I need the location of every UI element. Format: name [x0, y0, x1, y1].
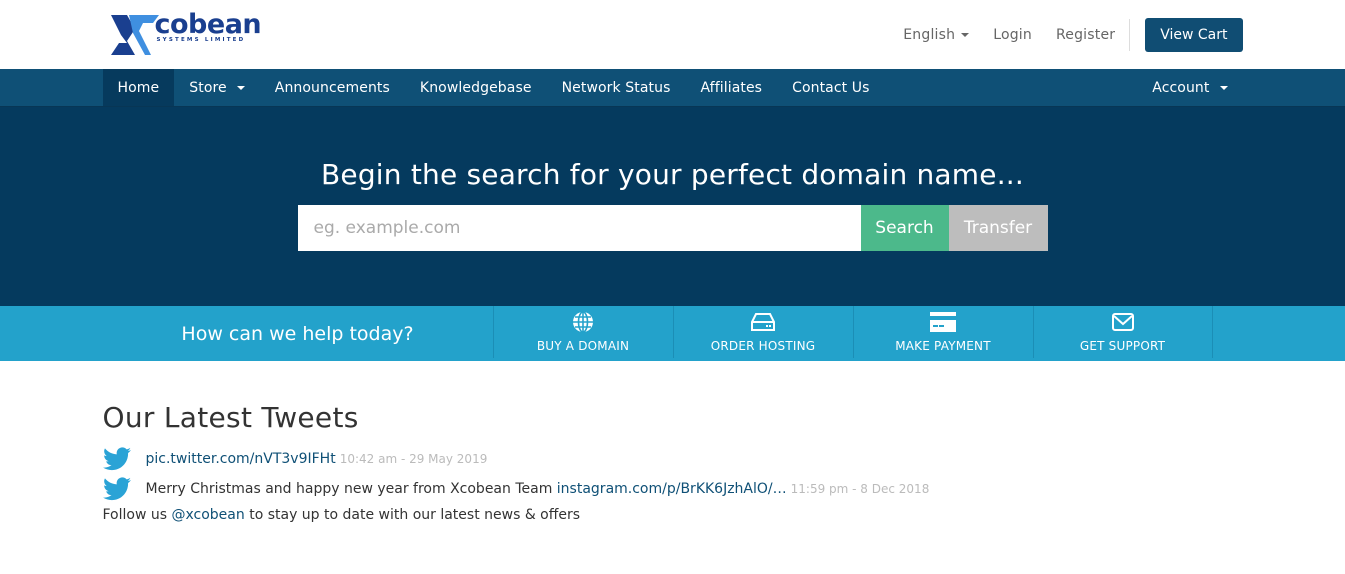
nav-label: Contact Us: [792, 79, 870, 96]
follow-us-text: Follow us @xcobean to stay up to date wi…: [103, 505, 1243, 525]
domain-search-input[interactable]: [297, 205, 861, 251]
help-bar: How can we help today? BUY A DOMAIN ORDE…: [0, 306, 1345, 361]
twitter-icon: [102, 447, 133, 471]
logo-subtitle: SYSTEMS LIMITED: [156, 37, 246, 43]
tweet-date: 10:42 am - 29 May 2019: [339, 452, 488, 466]
help-title: How can we help today?: [181, 322, 414, 345]
transfer-button[interactable]: Transfer: [948, 205, 1048, 251]
tweet-item: pic.twitter.com/nVT3v9IFHt 10:42 am - 29…: [102, 444, 1243, 474]
caret-down-icon: [236, 85, 245, 90]
top-nav: English Login Register View Cart: [903, 18, 1243, 52]
order-hosting-button[interactable]: ORDER HOSTING: [672, 306, 853, 358]
tweet-link[interactable]: instagram.com/p/BrKK6JzhAlO/…: [557, 481, 787, 497]
latest-tweets-section: Our Latest Tweets pic.twitter.com/nVT3v9…: [102, 361, 1243, 525]
hdd-icon: [750, 311, 776, 333]
nav-item-account[interactable]: Account: [1137, 69, 1242, 106]
envelope-icon: [1111, 311, 1134, 333]
nav-item-knowledgebase[interactable]: Knowledgebase: [405, 69, 547, 106]
login-link[interactable]: Login: [993, 27, 1032, 43]
help-item-label: ORDER HOSTING: [710, 339, 816, 353]
domain-search-hero: Begin the search for your perfect domain…: [0, 107, 1345, 306]
credit-card-icon: [930, 311, 956, 333]
view-cart-button[interactable]: View Cart: [1145, 18, 1243, 52]
caret-down-icon: [1219, 85, 1228, 90]
nav-label: Account: [1152, 79, 1210, 96]
tweet-date: 11:59 pm - 8 Dec 2018: [790, 482, 930, 496]
register-link[interactable]: Register: [1056, 27, 1115, 43]
nav-item-home[interactable]: Home: [102, 69, 175, 106]
top-header: cobean SYSTEMS LIMITED English Login Reg…: [0, 0, 1345, 69]
nav-label: Knowledgebase: [419, 79, 532, 96]
main-nav: Home Store Announcements Knowledgebase N…: [0, 69, 1345, 107]
nav-item-contact-us[interactable]: Contact Us: [777, 69, 884, 106]
domain-search-form: Search Transfer: [297, 205, 1048, 251]
globe-icon: [572, 311, 594, 333]
nav-item-affiliates[interactable]: Affiliates: [685, 69, 777, 106]
tweets-heading: Our Latest Tweets: [102, 401, 359, 434]
get-support-button[interactable]: GET SUPPORT: [1032, 306, 1213, 358]
nav-item-network-status[interactable]: Network Status: [547, 69, 686, 106]
buy-domain-button[interactable]: BUY A DOMAIN: [492, 306, 673, 358]
help-item-label: GET SUPPORT: [1079, 339, 1166, 353]
help-item-label: BUY A DOMAIN: [536, 339, 630, 353]
search-button[interactable]: Search: [860, 205, 949, 251]
tweet-link[interactable]: pic.twitter.com/nVT3v9IFHt: [146, 451, 336, 467]
nav-label: Network Status: [561, 79, 671, 96]
hero-title: Begin the search for your perfect domain…: [321, 158, 1024, 191]
language-label: English: [903, 27, 956, 43]
nav-label: Store: [189, 79, 227, 96]
follow-suffix: to stay up to date with our latest news …: [244, 507, 581, 523]
make-payment-button[interactable]: MAKE PAYMENT: [852, 306, 1033, 358]
logo-mark-icon: [110, 15, 159, 55]
twitter-handle-link[interactable]: @xcobean: [171, 507, 244, 523]
nav-label: Announcements: [274, 79, 390, 96]
divider: [1129, 19, 1131, 51]
follow-prefix: Follow us: [102, 507, 172, 523]
nav-item-store[interactable]: Store: [174, 69, 260, 106]
nav-label: Affiliates: [700, 79, 763, 96]
language-dropdown[interactable]: English: [903, 27, 970, 43]
caret-down-icon: [961, 33, 970, 37]
logo[interactable]: cobean SYSTEMS LIMITED: [109, 8, 269, 62]
help-item-label: MAKE PAYMENT: [895, 339, 991, 353]
tweet-text: Merry Christmas and happy new year from …: [145, 481, 557, 497]
twitter-icon: [102, 477, 133, 501]
tweet-item: Merry Christmas and happy new year from …: [102, 474, 1243, 504]
nav-item-announcements[interactable]: Announcements: [260, 69, 405, 106]
nav-label: Home: [117, 79, 160, 96]
